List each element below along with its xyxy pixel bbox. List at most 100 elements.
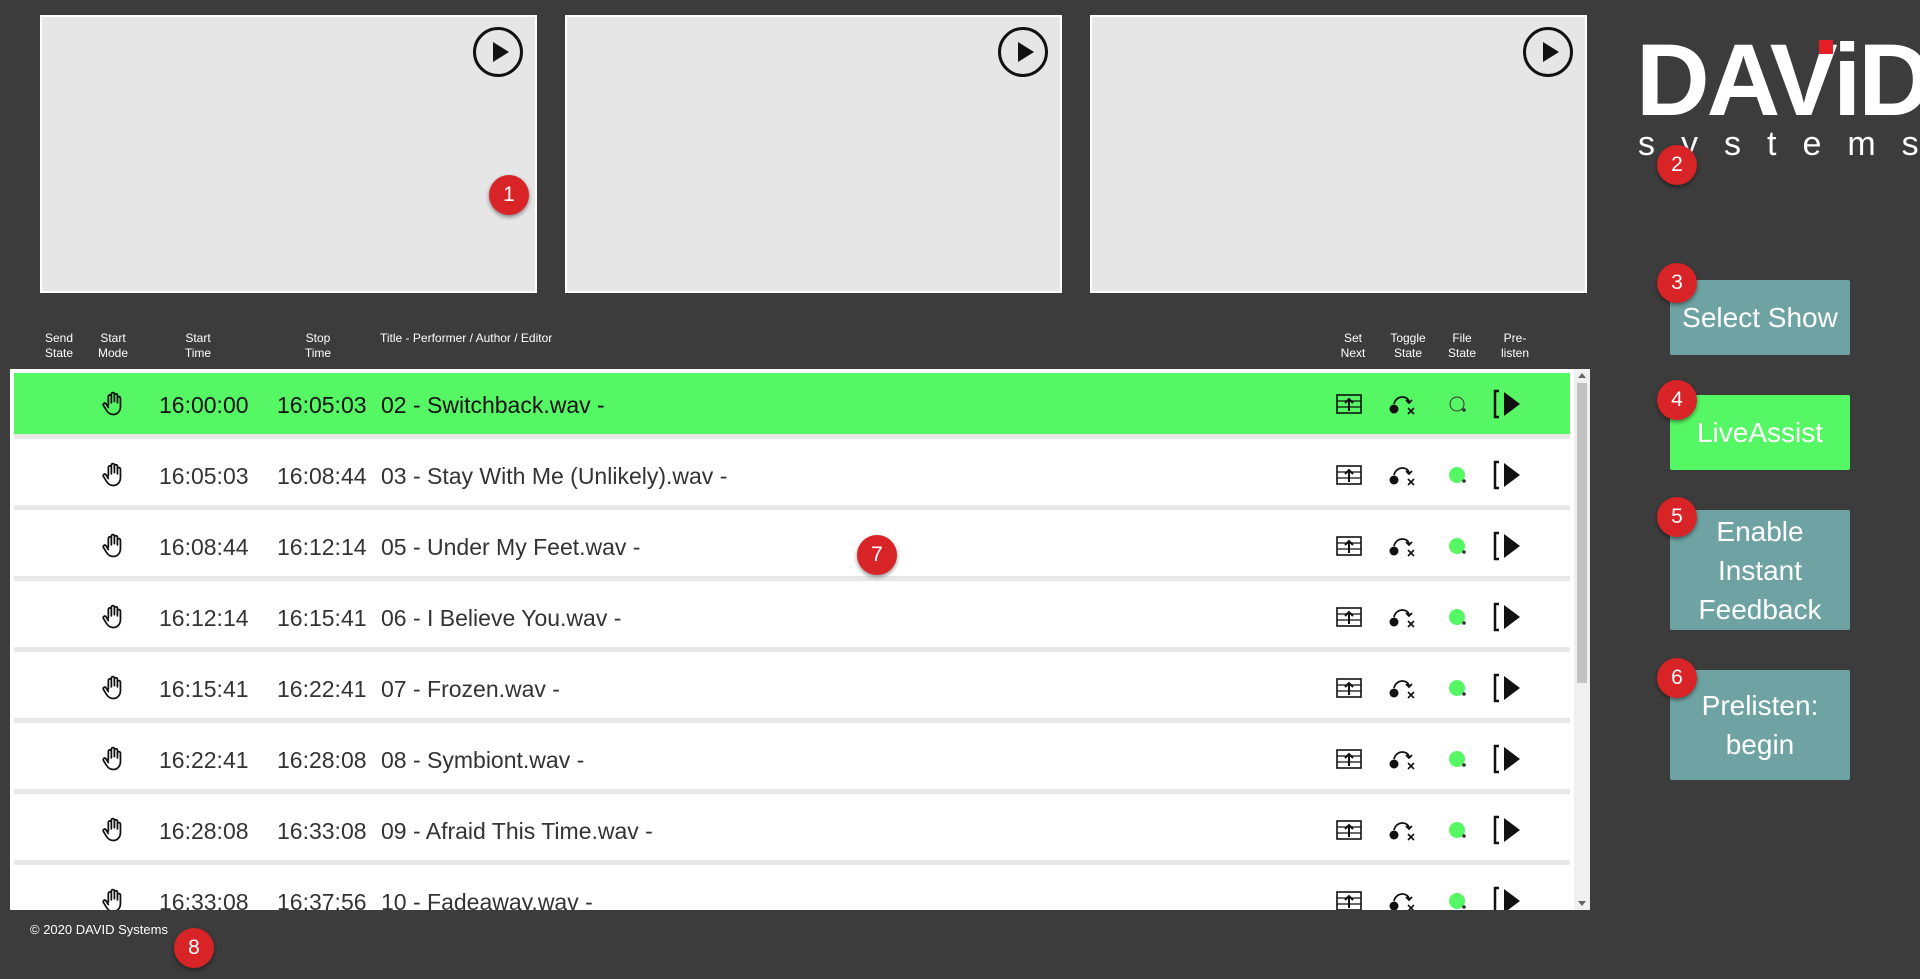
table-row[interactable]: 16:08:44 16:12:14 05 - Under My Feet.wav - [14,515,1570,581]
track-title: 06 - I Believe You.wav - [381,605,622,631]
table-row[interactable]: 16:12:14 16:15:41 06 - I Believe You.wav - [14,586,1570,652]
track-title: 10 - Fadeaway.wav - [381,889,593,910]
prelisten-play-icon[interactable] [1493,673,1523,703]
table-row[interactable]: 16:05:03 16:08:44 03 - Stay With Me (Unlik… [14,444,1570,510]
marker-4: 4 [1657,380,1697,420]
hand-icon[interactable] [99,603,127,631]
set-next-icon[interactable] [1336,392,1362,416]
prelisten-play-icon[interactable] [1493,744,1523,774]
track-title: 05 - Under My Feet.wav - [381,534,641,560]
col-title: Title - Performer / Author / Editor [380,331,553,345]
start-time: 16:33:08 [159,889,249,910]
col-prelisten: Pre- listen [1500,331,1529,360]
toggle-state-icon[interactable] [1388,889,1418,910]
logo-red-square [1819,40,1833,54]
scroll-up-icon[interactable] [1578,373,1586,378]
set-next-icon[interactable] [1336,889,1362,910]
play-icon[interactable] [1523,27,1573,77]
set-next-icon[interactable] [1336,534,1362,558]
prelisten-play-icon[interactable] [1493,886,1523,910]
start-time: 16:00:00 [159,392,249,418]
prelisten-begin-button[interactable]: Prelisten: begin [1670,670,1850,780]
file-state-ok-icon [1449,609,1466,625]
toggle-state-icon[interactable] [1388,463,1418,487]
stop-time: 16:37:56 [277,889,367,910]
stop-time: 16:05:03 [277,392,367,418]
play-icon[interactable] [998,27,1048,77]
file-state-ok-icon [1449,822,1466,838]
start-time: 16:28:08 [159,818,249,844]
marker-5: 5 [1657,497,1697,537]
scrollbar-thumb[interactable] [1577,383,1587,683]
hand-icon[interactable] [99,461,127,489]
table-row[interactable]: 16:15:41 16:22:41 07 - Frozen.wav - [14,657,1570,723]
table-row[interactable]: 16:00:00 16:05:03 02 - Switchback.wav - [14,373,1570,439]
prelisten-play-icon[interactable] [1493,531,1523,561]
col-toggle-state: Toggle State [1390,331,1426,360]
marker-8: 8 [174,928,214,968]
track-title: 09 - Afraid This Time.wav - [381,818,653,844]
file-state-searching-icon [1449,396,1466,412]
start-time: 16:22:41 [159,747,249,773]
marker-3: 3 [1657,263,1697,303]
stop-time: 16:22:41 [277,676,367,702]
set-next-icon[interactable] [1336,605,1362,629]
table-row[interactable]: 16:28:08 16:33:08 09 - Afraid This Time.wa… [14,799,1570,865]
hand-icon[interactable] [99,390,127,418]
select-show-button[interactable]: Select Show [1670,280,1850,355]
hand-icon[interactable] [99,674,127,702]
video-player-3 [1090,15,1587,293]
hand-icon[interactable] [99,816,127,844]
set-next-icon[interactable] [1336,818,1362,842]
prelisten-play-icon[interactable] [1493,460,1523,490]
col-stop-time: Stop Time [304,331,332,360]
toggle-state-icon[interactable] [1388,534,1418,558]
file-state-ok-icon [1449,680,1466,696]
enable-instant-feedback-button[interactable]: Enable Instant Feedback [1670,510,1850,630]
toggle-state-icon[interactable] [1388,392,1418,416]
hand-icon[interactable] [99,745,127,773]
table-row[interactable]: 16:22:41 16:28:08 08 - Symbiont.wav - [14,728,1570,794]
col-start-time: Start Time [184,331,212,360]
stop-time: 16:33:08 [277,818,367,844]
toggle-state-icon[interactable] [1388,605,1418,629]
marker-7: 7 [857,535,897,575]
set-next-icon[interactable] [1336,747,1362,771]
file-state-ok-icon [1449,893,1466,909]
hand-icon[interactable] [99,887,127,910]
hand-icon[interactable] [99,532,127,560]
set-next-icon[interactable] [1336,463,1362,487]
start-time: 16:15:41 [159,676,249,702]
file-state-ok-icon [1449,467,1466,483]
liveassist-button[interactable]: LiveAssist [1670,395,1850,470]
toggle-state-icon[interactable] [1388,676,1418,700]
table-row[interactable]: 16:33:08 16:37:56 10 - Fadeaway.wav - [14,870,1570,910]
start-time: 16:08:44 [159,534,249,560]
marker-1: 1 [489,175,529,215]
prelisten-play-icon[interactable] [1493,815,1523,845]
stop-time: 16:28:08 [277,747,367,773]
toggle-state-icon[interactable] [1388,747,1418,771]
col-start-mode: Start Mode [97,331,129,360]
track-title: 02 - Switchback.wav - [381,392,605,418]
prelisten-play-icon[interactable] [1493,602,1523,632]
toggle-state-icon[interactable] [1388,818,1418,842]
set-next-icon[interactable] [1336,676,1362,700]
col-set-next: Set Next [1340,331,1366,360]
copyright-text: © 2020 DAVID Systems [30,922,168,937]
file-state-ok-icon [1449,538,1466,554]
marker-6: 6 [1657,658,1697,698]
video-player-1 [40,15,537,293]
marker-2: 2 [1657,145,1697,185]
playlist[interactable]: 16:00:00 16:05:03 02 - Switchback.wav -16:… [10,369,1590,910]
stop-time: 16:15:41 [277,605,367,631]
col-send-state: Send State [44,331,74,360]
file-state-ok-icon [1449,751,1466,767]
scroll-down-icon[interactable] [1578,901,1586,906]
play-icon[interactable] [473,27,523,77]
track-title: 03 - Stay With Me (Unlikely).wav - [381,463,728,489]
prelisten-play-icon[interactable] [1493,389,1523,419]
scrollbar[interactable] [1574,369,1590,910]
logo-main-text: DAViD [1636,23,1920,137]
start-time: 16:12:14 [159,605,249,631]
